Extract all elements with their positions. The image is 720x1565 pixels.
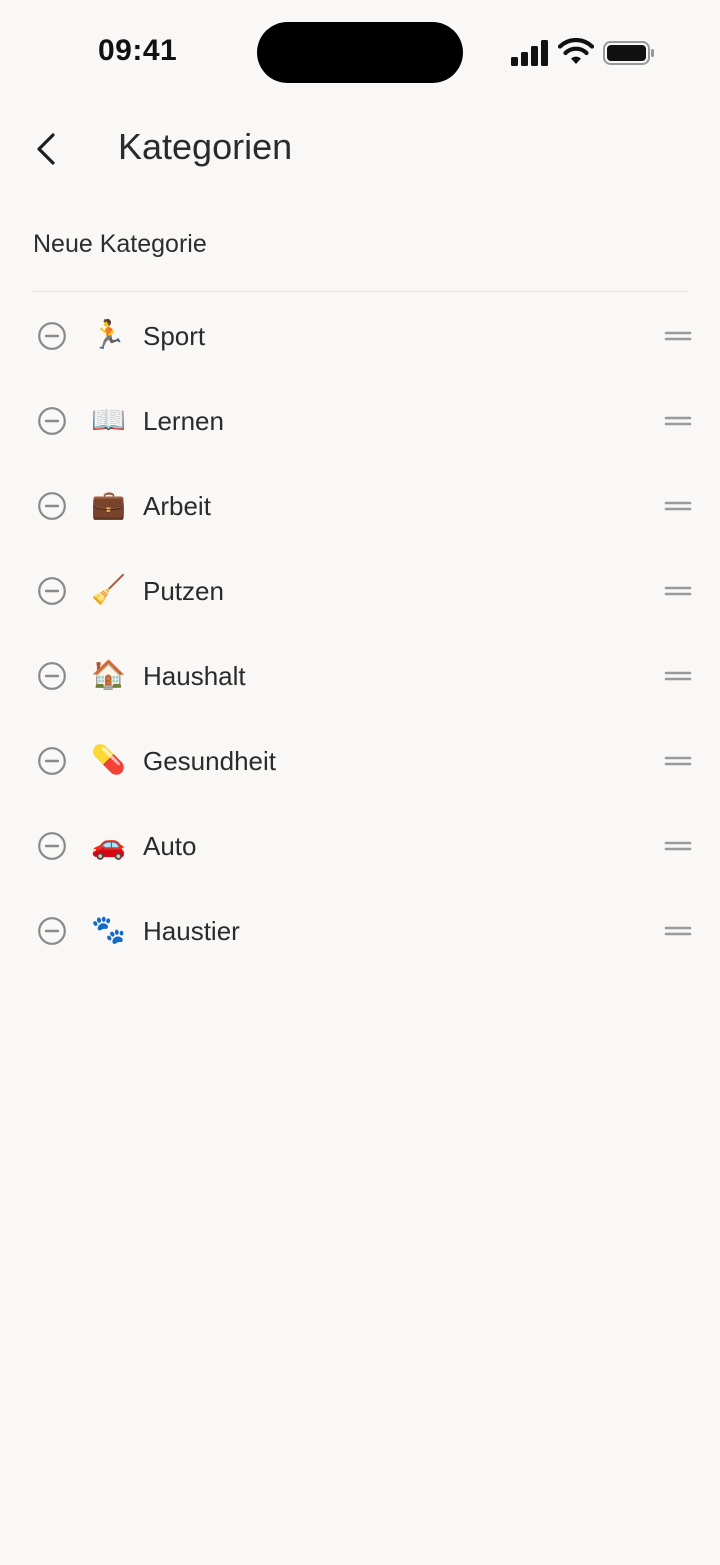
remove-button[interactable] [37,661,67,691]
minus-circle-icon [38,577,66,605]
status-icons [508,36,658,70]
list-item[interactable]: 🚗 Auto [0,804,720,889]
category-label: Haustier [143,916,240,946]
signal-icon [511,40,548,66]
minus-circle-icon [38,747,66,775]
drag-handle[interactable] [664,749,692,773]
drag-handle-icon [664,671,692,681]
remove-button[interactable] [37,916,67,946]
divider [32,291,688,292]
drag-handle[interactable] [664,409,692,433]
wifi-icon [558,38,594,64]
category-emoji-icon: 🚗 [91,829,126,860]
drag-handle[interactable] [664,664,692,688]
status-time: 09:41 [98,34,178,67]
category-label: Haushalt [143,661,246,691]
page-title: Kategorien [118,126,293,167]
drag-handle[interactable] [664,579,692,603]
list-item[interactable]: 💼 Arbeit [0,464,720,549]
category-label: Sport [143,321,206,351]
category-emoji-icon: 🏠 [91,659,126,690]
category-emoji-icon: 🐾 [91,914,126,945]
remove-button[interactable] [37,831,67,861]
minus-circle-icon [38,917,66,945]
remove-button[interactable] [37,576,67,606]
drag-handle-icon [664,501,692,511]
list-item[interactable]: 🏠 Haushalt [0,634,720,719]
list-item[interactable]: 💊 Gesundheit [0,719,720,804]
remove-button[interactable] [37,406,67,436]
list-item[interactable]: 🏃 Sport [0,294,720,379]
minus-circle-icon [38,662,66,690]
category-label: Auto [143,831,197,861]
category-emoji-icon: 📖 [91,404,126,435]
drag-handle-icon [664,416,692,426]
remove-button[interactable] [37,491,67,521]
status-bar: 09:41 [0,0,720,100]
drag-handle-icon [664,841,692,851]
remove-button[interactable] [37,321,67,351]
category-emoji-icon: 🏃 [91,319,126,350]
list-item[interactable]: 🧹 Putzen [0,549,720,634]
category-label: Gesundheit [143,746,276,776]
category-label: Arbeit [143,491,211,521]
category-emoji-icon: 💼 [91,489,126,520]
nav-header: Kategorien [0,110,720,190]
minus-circle-icon [38,492,66,520]
dynamic-island [257,22,463,83]
new-category-button[interactable]: Neue Kategorie [33,230,688,274]
list-item[interactable]: 📖 Lernen [0,379,720,464]
remove-button[interactable] [37,746,67,776]
drag-handle-icon [664,756,692,766]
back-button[interactable] [24,124,68,174]
category-list: 🏃 Sport 📖 Lernen 💼 Arbeit 🧹 Putzen 🏠 Haushalt 💊 Ges… [0,294,720,974]
drag-handle-icon [664,586,692,596]
battery-icon [603,41,654,65]
list-item[interactable]: 🐾 Haustier [0,889,720,974]
minus-circle-icon [38,832,66,860]
minus-circle-icon [38,322,66,350]
minus-circle-icon [38,407,66,435]
chevron-left-icon [37,133,55,165]
category-label: Lernen [143,406,224,436]
drag-handle[interactable] [664,494,692,518]
drag-handle-icon [664,926,692,936]
category-emoji-icon: 💊 [91,744,126,775]
category-emoji-icon: 🧹 [91,574,126,605]
drag-handle-icon [664,331,692,341]
drag-handle[interactable] [664,324,692,348]
category-label: Putzen [143,576,224,606]
drag-handle[interactable] [664,919,692,943]
drag-handle[interactable] [664,834,692,858]
